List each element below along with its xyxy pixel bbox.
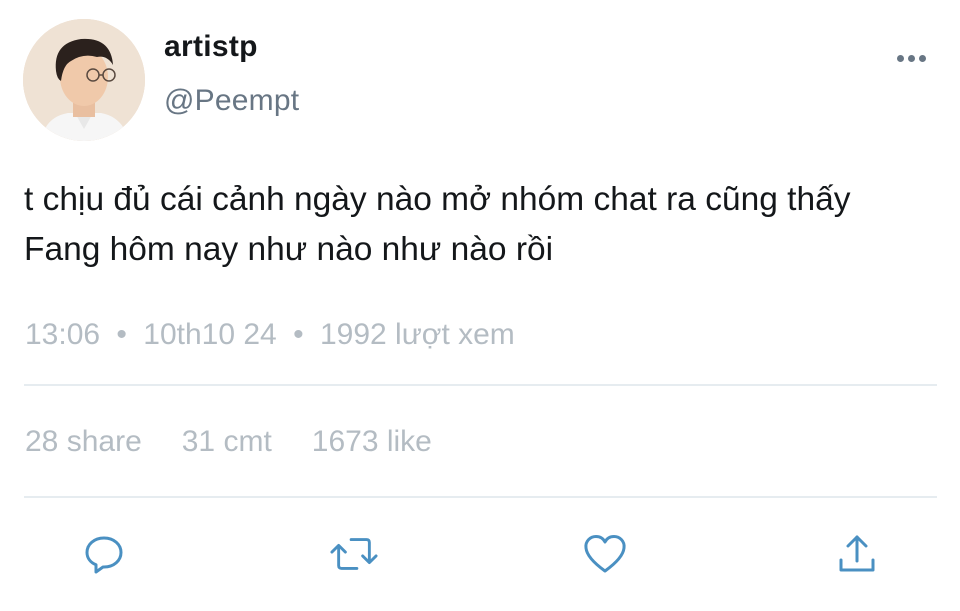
author-handle[interactable]: @Peempt <box>164 84 299 118</box>
tweet-card: artistp @Peempt t chịu đủ cái cảnh ngày … <box>0 0 960 611</box>
tweet-views: 1992 lượt xem <box>319 318 515 351</box>
tweet-stats: 28 share 31 cmt 1673 like <box>25 425 432 459</box>
retweet-button[interactable] <box>330 530 378 578</box>
like-count[interactable]: 1673 like <box>312 425 432 459</box>
tweet-meta: 13:06 • 10th10 24 • 1992 lượt xem <box>25 318 515 352</box>
reply-button[interactable] <box>80 530 128 578</box>
avatar[interactable] <box>23 19 145 141</box>
avatar-image <box>23 19 145 141</box>
share-button[interactable] <box>833 530 881 578</box>
more-horizontal-icon <box>918 54 926 62</box>
more-options-button[interactable] <box>890 46 932 70</box>
author-display-name[interactable]: artistp <box>164 30 258 64</box>
meta-separator: • <box>293 318 304 351</box>
more-horizontal-icon <box>907 54 915 62</box>
share-count[interactable]: 28 share <box>25 425 142 459</box>
like-button[interactable] <box>581 530 629 578</box>
tweet-text-line: t chịu đủ cái cảnh ngày nào mở nhóm chat… <box>24 181 851 218</box>
more-horizontal-icon <box>896 54 904 62</box>
tweet-time: 13:06 <box>25 318 101 351</box>
heart-icon <box>584 535 626 573</box>
comment-icon <box>85 536 123 574</box>
comment-count[interactable]: 31 cmt <box>182 425 272 459</box>
meta-separator: • <box>116 318 127 351</box>
tweet-date: 10th10 24 <box>143 318 277 351</box>
divider <box>24 496 937 498</box>
share-upload-icon <box>839 535 875 572</box>
retweet-icon <box>330 538 378 570</box>
tweet-text-line: Fang hôm nay như nào như nào rồi <box>24 231 554 268</box>
divider <box>24 384 937 386</box>
action-bar <box>0 530 960 578</box>
tweet-text: t chịu đủ cái cảnh ngày nào mở nhóm chat… <box>24 175 934 275</box>
